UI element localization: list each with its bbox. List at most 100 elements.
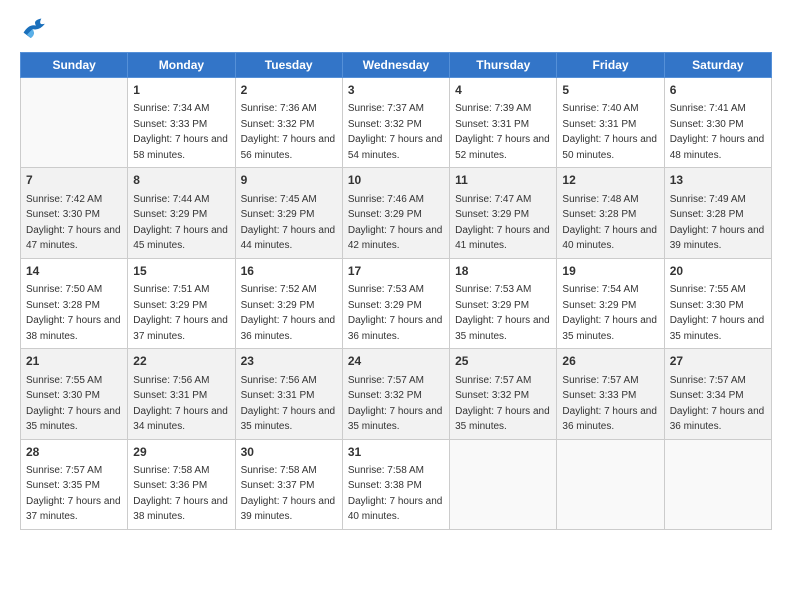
- day-sunrise: Sunrise: 7:37 AM: [348, 103, 424, 114]
- day-sunset: Sunset: 3:32 PM: [455, 390, 529, 401]
- day-number: 16: [241, 263, 337, 280]
- calendar-cell: 8Sunrise: 7:44 AMSunset: 3:29 PMDaylight…: [128, 168, 235, 258]
- day-number: 14: [26, 263, 122, 280]
- day-header-tuesday: Tuesday: [235, 53, 342, 78]
- day-daylight: Daylight: 7 hours and 35 minutes.: [562, 315, 657, 342]
- calendar-cell: 25 Sunrise: 7:57 AM Sunset: 3:32 PM Dayligh…: [450, 349, 557, 439]
- calendar-cell: 13Sunrise: 7:49 AMSunset: 3:28 PMDayligh…: [664, 168, 771, 258]
- day-number: 9: [241, 172, 337, 189]
- day-number: 27: [670, 353, 766, 370]
- day-daylight: Daylight: 7 hours and 47 minutes.: [26, 225, 121, 252]
- day-daylight: Daylight: 7 hours and 35 minutes.: [455, 406, 550, 433]
- day-sunrise: Sunrise: 7:51 AM: [133, 284, 209, 295]
- day-sunset: Sunset: 3:34 PM: [670, 390, 744, 401]
- day-sunrise: Sunrise: 7:58 AM: [133, 465, 209, 476]
- day-number: 8: [133, 172, 229, 189]
- day-number: 5: [562, 82, 658, 99]
- day-number: 2: [241, 82, 337, 99]
- day-number: 22: [133, 353, 229, 370]
- day-sunset: Sunset: 3:28 PM: [26, 300, 100, 311]
- day-daylight: Daylight: 7 hours and 37 minutes.: [133, 315, 228, 342]
- day-sunrise: Sunrise: 7:50 AM: [26, 284, 102, 295]
- day-sunset: Sunset: 3:30 PM: [670, 119, 744, 130]
- day-sunrise: Sunrise: 7:48 AM: [562, 194, 638, 205]
- day-sunrise: Sunrise: 7:41 AM: [670, 103, 746, 114]
- logo: [20, 16, 56, 44]
- day-daylight: Daylight: 7 hours and 35 minutes.: [670, 315, 765, 342]
- calendar-cell: [664, 439, 771, 529]
- day-header-monday: Monday: [128, 53, 235, 78]
- day-number: 23: [241, 353, 337, 370]
- day-daylight: Daylight: 7 hours and 41 minutes.: [455, 225, 550, 252]
- day-sunrise: Sunrise: 7:56 AM: [133, 375, 209, 386]
- calendar-cell: 26Sunrise: 7:57 AMSunset: 3:33 PMDayligh…: [557, 349, 664, 439]
- calendar-cell: 9 Sunrise: 7:45 AM Sunset: 3:29 PM Daylight…: [235, 168, 342, 258]
- day-daylight: Daylight: 7 hours and 56 minutes.: [241, 134, 336, 161]
- day-number: 30: [241, 444, 337, 461]
- day-sunrise: Sunrise: 7:44 AM: [133, 194, 209, 205]
- calendar-cell: [450, 439, 557, 529]
- calendar-cell: 27Sunrise: 7:57 AMSunset: 3:34 PMDayligh…: [664, 349, 771, 439]
- day-sunrise: Sunrise: 7:45 AM: [241, 194, 317, 205]
- day-number: 12: [562, 172, 658, 189]
- calendar-cell: 21Sunrise: 7:55 AMSunset: 3:30 PMDayligh…: [21, 349, 128, 439]
- day-sunrise: Sunrise: 7:34 AM: [133, 103, 209, 114]
- day-sunset: Sunset: 3:35 PM: [26, 480, 100, 491]
- day-sunrise: Sunrise: 7:57 AM: [26, 465, 102, 476]
- calendar-cell: 23Sunrise: 7:56 AMSunset: 3:31 PMDayligh…: [235, 349, 342, 439]
- day-sunset: Sunset: 3:28 PM: [670, 209, 744, 220]
- day-number: 1: [133, 82, 229, 99]
- day-daylight: Daylight: 7 hours and 35 minutes.: [26, 406, 121, 433]
- day-sunset: Sunset: 3:29 PM: [241, 209, 315, 220]
- day-daylight: Daylight: 7 hours and 37 minutes.: [26, 496, 121, 523]
- day-daylight: Daylight: 7 hours and 44 minutes.: [241, 225, 336, 252]
- day-daylight: Daylight: 7 hours and 45 minutes.: [133, 225, 228, 252]
- calendar-cell: 7Sunrise: 7:42 AMSunset: 3:30 PMDaylight…: [21, 168, 128, 258]
- calendar-cell: 6Sunrise: 7:41 AMSunset: 3:30 PMDaylight…: [664, 78, 771, 168]
- calendar-cell: 15Sunrise: 7:51 AMSunset: 3:29 PMDayligh…: [128, 258, 235, 348]
- day-sunset: Sunset: 3:37 PM: [241, 480, 315, 491]
- day-number: 20: [670, 263, 766, 280]
- calendar-cell: 3Sunrise: 7:37 AMSunset: 3:32 PMDaylight…: [342, 78, 449, 168]
- calendar-cell: 20Sunrise: 7:55 AMSunset: 3:30 PMDayligh…: [664, 258, 771, 348]
- day-daylight: Daylight: 7 hours and 40 minutes.: [348, 496, 443, 523]
- calendar-cell: 4Sunrise: 7:39 AMSunset: 3:31 PMDaylight…: [450, 78, 557, 168]
- day-sunrise: Sunrise: 7:39 AM: [455, 103, 531, 114]
- day-sunrise: Sunrise: 7:57 AM: [348, 375, 424, 386]
- calendar-cell: 1Sunrise: 7:34 AMSunset: 3:33 PMDaylight…: [128, 78, 235, 168]
- day-daylight: Daylight: 7 hours and 36 minutes.: [348, 315, 443, 342]
- day-header-thursday: Thursday: [450, 53, 557, 78]
- day-sunset: Sunset: 3:33 PM: [562, 390, 636, 401]
- day-daylight: Daylight: 7 hours and 50 minutes.: [562, 134, 657, 161]
- day-number: 7: [26, 172, 122, 189]
- day-sunrise: Sunrise: 7:54 AM: [562, 284, 638, 295]
- day-daylight: Daylight: 7 hours and 40 minutes.: [562, 225, 657, 252]
- day-sunrise: Sunrise: 7:40 AM: [562, 103, 638, 114]
- day-number: 24: [348, 353, 444, 370]
- day-sunrise: Sunrise: 7:57 AM: [455, 375, 531, 386]
- day-number: 13: [670, 172, 766, 189]
- calendar-cell: 11Sunrise: 7:47 AMSunset: 3:29 PMDayligh…: [450, 168, 557, 258]
- calendar-cell: 30Sunrise: 7:58 AMSunset: 3:37 PMDayligh…: [235, 439, 342, 529]
- day-number: 4: [455, 82, 551, 99]
- calendar-cell: 19Sunrise: 7:54 AMSunset: 3:29 PMDayligh…: [557, 258, 664, 348]
- day-daylight: Daylight: 7 hours and 38 minutes.: [133, 496, 228, 523]
- day-sunrise: Sunrise: 7:57 AM: [670, 375, 746, 386]
- calendar-cell: 5Sunrise: 7:40 AMSunset: 3:31 PMDaylight…: [557, 78, 664, 168]
- day-number: 25: [455, 353, 551, 370]
- day-sunrise: Sunrise: 7:36 AM: [241, 103, 317, 114]
- calendar-cell: 31Sunrise: 7:58 AMSunset: 3:38 PMDayligh…: [342, 439, 449, 529]
- day-sunset: Sunset: 3:32 PM: [348, 119, 422, 130]
- calendar-cell: 12 Sunrise: 7:48 AM Sunset: 3:28 PM Dayligh…: [557, 168, 664, 258]
- day-header-wednesday: Wednesday: [342, 53, 449, 78]
- logo-icon: [20, 16, 52, 44]
- day-sunset: Sunset: 3:28 PM: [562, 209, 636, 220]
- calendar-cell: 2Sunrise: 7:36 AMSunset: 3:32 PMDaylight…: [235, 78, 342, 168]
- calendar-cell: 17Sunrise: 7:53 AMSunset: 3:29 PMDayligh…: [342, 258, 449, 348]
- calendar-cell: 24Sunrise: 7:57 AMSunset: 3:32 PMDayligh…: [342, 349, 449, 439]
- day-sunrise: Sunrise: 7:58 AM: [241, 465, 317, 476]
- day-daylight: Daylight: 7 hours and 42 minutes.: [348, 225, 443, 252]
- day-sunrise: Sunrise: 7:55 AM: [670, 284, 746, 295]
- day-sunset: Sunset: 3:36 PM: [133, 480, 207, 491]
- day-header-friday: Friday: [557, 53, 664, 78]
